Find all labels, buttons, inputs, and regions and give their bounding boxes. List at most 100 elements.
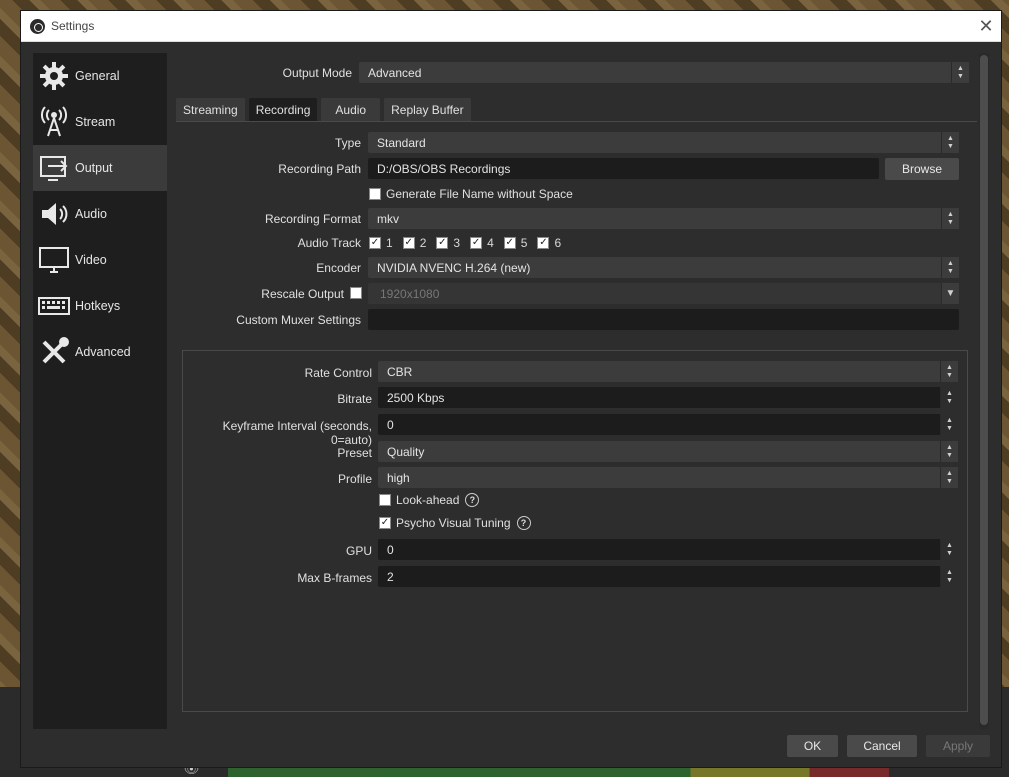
sidebar-item-hotkeys[interactable]: Hotkeys xyxy=(33,283,167,329)
apply-button[interactable]: Apply xyxy=(926,735,990,757)
audio-track-2[interactable]: ✓ 2 xyxy=(402,236,427,250)
settings-dialog: Settings ✕ General Stream Output Audio V… xyxy=(20,10,1002,768)
audio-track-number: 2 xyxy=(419,236,427,250)
audio-track-number: 3 xyxy=(453,236,461,250)
background-audio-meter xyxy=(228,767,889,777)
audio-track-4[interactable]: ✓ 4 xyxy=(470,236,494,250)
close-icon[interactable]: ✕ xyxy=(971,11,1001,41)
updown-arrows-icon: ▲ ▼ xyxy=(941,208,959,229)
rate-control-select[interactable]: CBR ▲ ▼ xyxy=(378,361,958,382)
spin-arrows-icon[interactable]: ▲ ▼ xyxy=(940,387,958,408)
psycho-visual-checkbox-row[interactable]: ✓ Psycho Visual Tuning ? xyxy=(379,516,531,530)
audio-track-checkbox[interactable]: ✓ xyxy=(503,237,516,249)
psycho-visual-checkbox[interactable]: ✓ xyxy=(379,517,391,529)
no-space-checkbox[interactable] xyxy=(369,188,381,200)
rescale-resolution-value: 1920x1080 xyxy=(380,286,440,301)
sidebar-item-label: Video xyxy=(75,253,107,267)
gpu-spinbox[interactable]: 0 ▲ ▼ xyxy=(378,539,958,560)
sidebar-item-label: Audio xyxy=(75,207,107,221)
recording-format-label: Recording Format xyxy=(264,212,361,226)
rate-control-value: CBR xyxy=(387,364,413,379)
broadcast-tower-icon xyxy=(37,105,71,139)
profile-value: high xyxy=(387,470,410,485)
spin-arrows-icon[interactable]: ▲ ▼ xyxy=(940,539,958,560)
help-icon[interactable]: ? xyxy=(516,516,531,530)
scrollbar-thumb[interactable] xyxy=(980,55,988,725)
output-tabs: Streaming Recording Audio Replay Buffer xyxy=(176,98,475,121)
tab-recording[interactable]: Recording xyxy=(248,98,318,121)
sidebar-item-label: Output xyxy=(75,161,113,175)
recording-format-value: mkv xyxy=(377,211,399,226)
lookahead-checkbox[interactable] xyxy=(379,494,391,506)
keyframe-interval-spinbox[interactable]: 0 ▲ ▼ xyxy=(378,414,958,435)
audio-track-label: Audio Track xyxy=(297,236,361,250)
audio-track-6[interactable]: ✓ 6 xyxy=(537,236,561,250)
sidebar-item-general[interactable]: General xyxy=(33,53,167,99)
sidebar-item-output[interactable]: Output xyxy=(33,145,167,191)
gear-icon xyxy=(37,59,71,93)
sidebar-item-video[interactable]: Video xyxy=(33,237,167,283)
custom-muxer-input[interactable] xyxy=(368,309,959,330)
recording-path-input[interactable]: D:/OBS/OBS Recordings xyxy=(368,158,879,179)
updown-arrows-icon: ▲ ▼ xyxy=(941,257,959,278)
lookahead-label: Look-ahead xyxy=(396,493,460,507)
window-title: Settings xyxy=(51,19,95,33)
sidebar-item-advanced[interactable]: Advanced xyxy=(33,329,167,375)
max-bframes-spinbox[interactable]: 2 ▲ ▼ xyxy=(378,566,958,587)
audio-track-number: 1 xyxy=(386,236,393,250)
bitrate-spinbox[interactable]: 2500 Kbps ▲ ▼ xyxy=(378,387,958,408)
no-space-checkbox-row[interactable]: Generate File Name without Space xyxy=(369,187,573,201)
help-icon[interactable]: ? xyxy=(465,493,480,507)
output-mode-label: Output Mode xyxy=(282,66,352,80)
profile-select[interactable]: high ▲ ▼ xyxy=(378,467,958,488)
audio-track-3[interactable]: ✓ 3 xyxy=(436,236,460,250)
audio-track-1[interactable]: ✓ 1 xyxy=(369,236,393,250)
type-label: Type xyxy=(334,136,361,150)
ok-button[interactable]: OK xyxy=(787,735,838,757)
gpu-label: GPU xyxy=(345,544,372,558)
spin-arrows-icon[interactable]: ▲ ▼ xyxy=(940,566,958,587)
tab-audio[interactable]: Audio xyxy=(321,98,381,121)
output-mode-value: Advanced xyxy=(368,65,422,80)
browse-button[interactable]: Browse xyxy=(885,158,959,180)
tab-replay-buffer[interactable]: Replay Buffer xyxy=(384,98,471,121)
type-select[interactable]: Standard ▲ ▼ xyxy=(368,132,959,153)
audio-track-checkbox[interactable]: ✓ xyxy=(470,237,483,249)
max-bframes-value: 2 xyxy=(387,569,394,584)
updown-arrows-icon: ▲ ▼ xyxy=(940,467,958,488)
spin-arrows-icon[interactable]: ▲ ▼ xyxy=(940,414,958,435)
tools-icon xyxy=(37,335,71,369)
audio-track-5[interactable]: ✓ 5 xyxy=(503,236,528,250)
cancel-button[interactable]: Cancel xyxy=(847,735,917,757)
lookahead-checkbox-row[interactable]: Look-ahead ? xyxy=(379,493,480,507)
audio-track-checkbox[interactable]: ✓ xyxy=(537,237,550,249)
settings-sidebar: General Stream Output Audio Video Hotkey… xyxy=(33,53,167,729)
sidebar-item-audio[interactable]: Audio xyxy=(33,191,167,237)
tab-divider xyxy=(176,121,977,122)
updown-arrows-icon: ▲ ▼ xyxy=(941,132,959,153)
sidebar-item-label: Stream xyxy=(75,115,116,129)
audio-track-checkbox[interactable]: ✓ xyxy=(436,237,449,249)
audio-track-number: 5 xyxy=(520,236,528,250)
audio-track-number: 6 xyxy=(554,236,562,250)
type-value: Standard xyxy=(377,135,426,150)
no-space-label: Generate File Name without Space xyxy=(386,187,573,201)
encoder-select[interactable]: NVIDIA NVENC H.264 (new) ▲ ▼ xyxy=(368,257,959,278)
recording-format-select[interactable]: mkv ▲ ▼ xyxy=(368,208,959,229)
sidebar-item-stream[interactable]: Stream xyxy=(33,99,167,145)
keyboard-icon xyxy=(37,289,71,323)
sidebar-item-label: Hotkeys xyxy=(75,299,121,313)
preset-select[interactable]: Quality ▲ ▼ xyxy=(378,441,958,462)
settings-scrollbar[interactable] xyxy=(979,53,989,729)
tab-streaming[interactable]: Streaming xyxy=(176,98,245,121)
title-bar: Settings ✕ xyxy=(21,11,1001,42)
preset-value: Quality xyxy=(387,444,425,459)
audio-track-checkbox[interactable]: ✓ xyxy=(402,237,415,249)
gpu-value: 0 xyxy=(387,542,394,557)
bitrate-label: Bitrate xyxy=(337,392,372,406)
preset-label: Preset xyxy=(337,446,372,460)
bitrate-value: 2500 Kbps xyxy=(387,390,445,405)
rescale-output-checkbox[interactable] xyxy=(350,287,362,299)
audio-track-checkbox[interactable]: ✓ xyxy=(369,237,381,249)
output-mode-select[interactable]: Advanced ▲ ▼ xyxy=(359,62,969,83)
